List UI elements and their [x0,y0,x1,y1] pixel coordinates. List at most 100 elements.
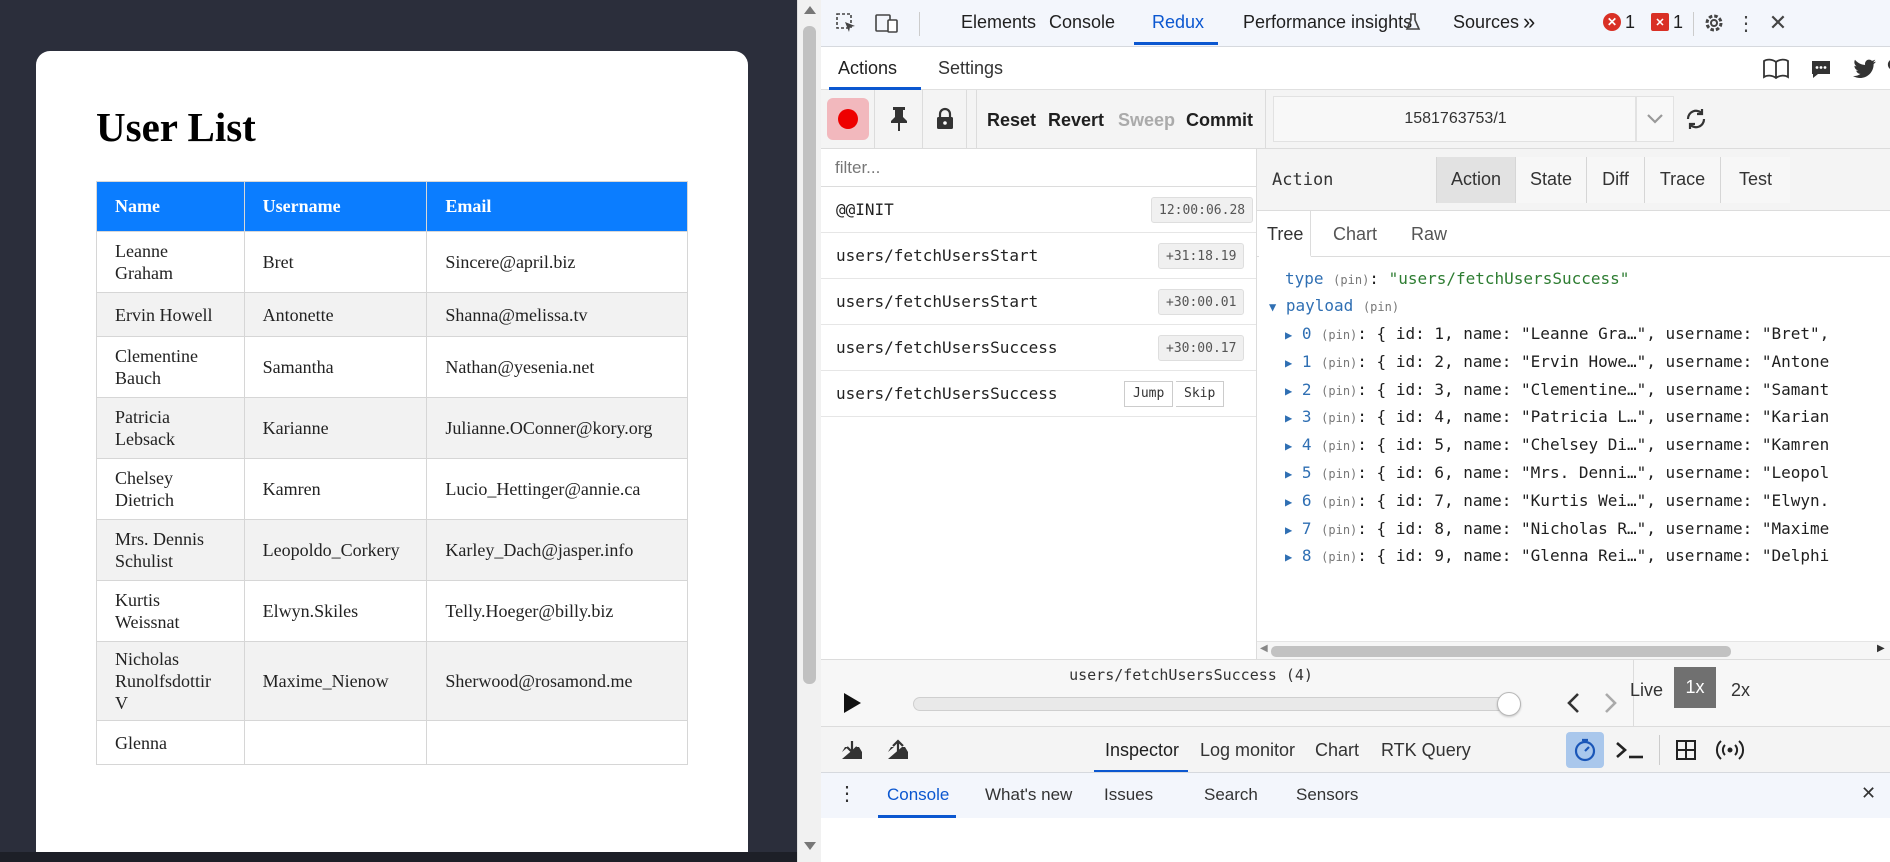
tab-trace[interactable]: Trace [1644,157,1720,203]
tree-row-payload-item[interactable]: ▶ 5 (pin): { id: 6, name: "Mrs. Denni…",… [1285,463,1829,487]
jump-button[interactable]: Jump [1124,381,1174,407]
revert-button[interactable]: Revert [1048,110,1104,131]
tab-chart[interactable]: Chart [1333,224,1377,245]
tab-diff[interactable]: Diff [1586,157,1644,203]
pin-link[interactable]: (pin) [1333,273,1369,287]
expand-right-icon[interactable]: ▶ [1285,328,1292,342]
speed-1x-button[interactable]: 1x [1674,667,1716,708]
monitor-tab-inspector[interactable]: Inspector [1105,740,1179,761]
more-options-icon[interactable]: ⋮ [1736,10,1756,36]
tree-row-payload-item[interactable]: ▶ 0 (pin): { id: 1, name: "Leanne Gra…",… [1285,324,1829,348]
more-tabs-icon[interactable]: » [1523,9,1535,35]
pin-link[interactable]: (pin) [1321,356,1357,370]
commit-button[interactable]: Commit [1186,110,1253,131]
heart-icon[interactable] [1886,55,1890,83]
chat-icon[interactable] [1807,55,1835,83]
tab-raw[interactable]: Raw [1411,224,1447,245]
action-item[interactable]: users/fetchUsersStart +30:00.01 [821,279,1256,325]
issue-count[interactable]: 1 [1673,12,1683,33]
monitor-tab-rtk-query[interactable]: RTK Query [1381,740,1471,761]
tab-state[interactable]: State [1515,157,1586,203]
monitor-tab-chart[interactable]: Chart [1315,740,1359,761]
tab-elements[interactable]: Elements [961,12,1036,33]
tree-row-payload-item[interactable]: ▶ 6 (pin): { id: 7, name: "Kurtis Wei…",… [1285,491,1829,515]
tree-row-payload-item[interactable]: ▶ 7 (pin): { id: 8, name: "Nicholas R…",… [1285,519,1829,543]
import-button[interactable] [838,737,866,763]
terminal-button[interactable] [1613,737,1647,763]
docs-book-icon[interactable] [1761,55,1791,83]
issue-icon[interactable]: ✕ [1651,13,1669,31]
pin-link[interactable]: (pin) [1363,300,1399,314]
drawer-tab-whats-new[interactable]: What's new [985,785,1072,805]
slider-track[interactable] [913,697,1521,711]
device-toolbar-icon[interactable] [873,10,901,36]
pin-link[interactable]: (pin) [1321,411,1357,425]
scroll-down-arrow-icon[interactable] [804,842,816,850]
expand-right-icon[interactable]: ▶ [1285,523,1292,537]
tab-sources[interactable]: Sources [1453,12,1519,33]
page-scrollbar[interactable] [797,0,821,862]
tab-settings[interactable]: Settings [938,58,1003,79]
scroll-right-icon[interactable]: ▶ [1877,643,1885,654]
close-drawer-icon[interactable]: ✕ [1861,783,1876,804]
tab-redux[interactable]: Redux [1152,12,1204,33]
pin-link[interactable]: (pin) [1321,495,1357,509]
expand-right-icon[interactable]: ▶ [1285,467,1292,481]
pin-link[interactable]: (pin) [1321,467,1357,481]
dispatcher-toggle-button[interactable] [1566,732,1604,768]
pin-button[interactable] [875,90,923,148]
tree-row-payload-item[interactable]: ▶ 2 (pin): { id: 3, name: "Clementine…",… [1285,380,1829,404]
pin-link[interactable]: (pin) [1321,439,1357,453]
drawer-tab-console[interactable]: Console [887,785,949,805]
scroll-up-arrow-icon[interactable] [804,6,816,14]
tab-action[interactable]: Action [1436,157,1515,203]
skip-button[interactable]: Skip [1176,381,1225,407]
expand-right-icon[interactable]: ▶ [1285,439,1292,453]
layout-grid-button[interactable] [1671,737,1701,763]
tab-console[interactable]: Console [1049,12,1115,33]
drawer-tab-sensors[interactable]: Sensors [1296,785,1358,805]
settings-gear-icon[interactable] [1701,10,1727,36]
instance-select[interactable]: 1581763753/1 [1273,96,1636,142]
sweep-button[interactable]: Sweep [1118,110,1175,131]
error-icon[interactable]: ✕ [1603,13,1621,31]
expand-right-icon[interactable]: ▶ [1285,411,1292,425]
tree-row-payload[interactable]: ▼ payload (pin) [1269,296,1399,320]
tree-row-payload-item[interactable]: ▶ 4 (pin): { id: 5, name: "Chelsey Di…",… [1285,435,1829,459]
inspect-element-icon[interactable] [833,10,859,36]
pin-link[interactable]: (pin) [1321,384,1357,398]
drawer-menu-icon[interactable]: ⋮ [837,781,857,806]
tab-tree[interactable]: Tree [1267,224,1303,245]
scroll-left-icon[interactable]: ◀ [1260,643,1268,654]
action-item[interactable]: users/fetchUsersSuccess Jump Skip [821,371,1256,417]
expand-right-icon[interactable]: ▶ [1285,495,1292,509]
expand-down-icon[interactable]: ▼ [1269,300,1276,314]
action-item[interactable]: users/fetchUsersStart +31:18.19 [821,233,1256,279]
slider-handle[interactable] [1497,692,1521,716]
filter-input[interactable] [821,149,1256,187]
reset-button[interactable]: Reset [987,110,1036,131]
expand-right-icon[interactable]: ▶ [1285,384,1292,398]
instance-dropdown-button[interactable] [1636,96,1674,142]
tree-row-payload-item[interactable]: ▶ 8 (pin): { id: 9, name: "Glenna Rei…",… [1285,546,1829,570]
monitor-tab-log-monitor[interactable]: Log monitor [1200,740,1295,761]
drawer-tab-issues[interactable]: Issues [1104,785,1153,805]
record-button[interactable] [821,90,875,148]
tab-actions[interactable]: Actions [838,58,897,79]
tree-row-payload-item[interactable]: ▶ 1 (pin): { id: 2, name: "Ervin Howe…",… [1285,352,1829,376]
tree-row-payload-item[interactable]: ▶ 3 (pin): { id: 4, name: "Patricia L…",… [1285,407,1829,431]
expand-right-icon[interactable]: ▶ [1285,550,1292,564]
error-count[interactable]: 1 [1625,12,1635,33]
remote-broadcast-button[interactable] [1713,737,1747,763]
action-item[interactable]: users/fetchUsersSuccess +30:00.17 [821,325,1256,371]
twitter-bird-icon[interactable] [1851,55,1879,83]
lock-button[interactable] [923,90,967,148]
pin-link[interactable]: (pin) [1321,523,1357,537]
step-forward-button[interactable] [1601,690,1621,716]
tab-performance-insights[interactable]: Performance insights [1243,12,1412,33]
expand-right-icon[interactable]: ▶ [1285,356,1292,370]
horizontal-scroll-thumb[interactable] [1271,646,1731,657]
close-devtools-icon[interactable]: ✕ [1765,8,1791,38]
play-button[interactable] [839,688,865,718]
export-button[interactable] [884,737,912,763]
